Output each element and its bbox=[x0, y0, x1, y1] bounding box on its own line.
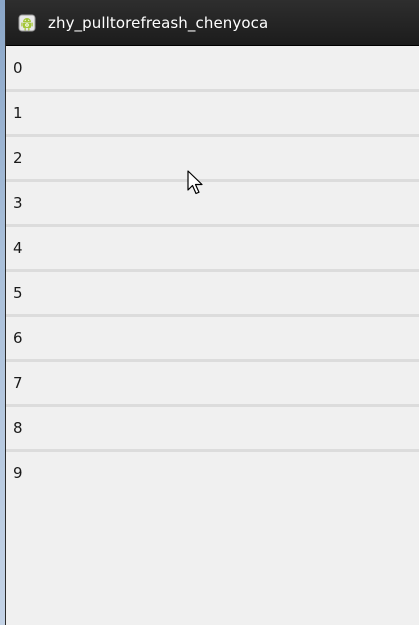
app-title: zhy_pulltorefreash_chenyoca bbox=[48, 13, 269, 32]
list-item[interactable]: 1 bbox=[6, 92, 419, 137]
list-item-label: 7 bbox=[13, 374, 23, 392]
action-bar: zhy_pulltorefreash_chenyoca bbox=[6, 0, 419, 46]
list-item[interactable]: 4 bbox=[6, 227, 419, 272]
mouse-cursor-icon bbox=[187, 170, 203, 195]
list-item-label: 0 bbox=[13, 59, 23, 77]
list-item-label: 5 bbox=[13, 284, 23, 302]
list-item-label: 2 bbox=[13, 149, 23, 167]
list-item-label: 4 bbox=[13, 239, 23, 257]
list-item[interactable]: 0 bbox=[6, 47, 419, 92]
list-item[interactable]: 6 bbox=[6, 317, 419, 362]
list-item[interactable]: 2 bbox=[6, 137, 419, 182]
list-item[interactable]: 9 bbox=[6, 452, 419, 494]
list-item-label: 6 bbox=[13, 329, 23, 347]
pull-to-refresh-list[interactable]: 0 1 2 3 4 5 6 7 8 9 bbox=[6, 47, 419, 625]
android-robot-icon[interactable] bbox=[16, 12, 38, 34]
list-item[interactable]: 5 bbox=[6, 272, 419, 317]
list-item-label: 3 bbox=[13, 194, 23, 212]
list-item-label: 8 bbox=[13, 419, 23, 437]
app-window: zhy_pulltorefreash_chenyoca 0 1 2 3 4 5 … bbox=[0, 0, 419, 625]
list-item[interactable]: 8 bbox=[6, 407, 419, 452]
list-item[interactable]: 3 bbox=[6, 182, 419, 227]
list-item-label: 1 bbox=[13, 104, 23, 122]
list-item[interactable]: 7 bbox=[6, 362, 419, 407]
list-item-label: 9 bbox=[13, 464, 23, 482]
